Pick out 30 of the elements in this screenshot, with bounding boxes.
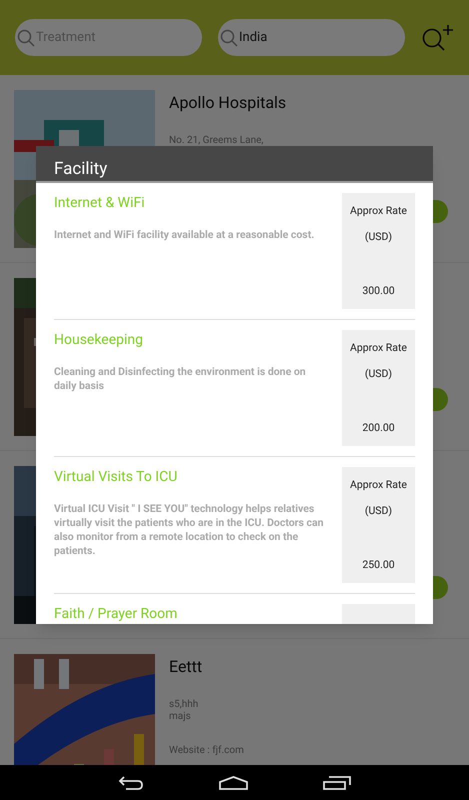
- dialog-title: Facility: [54, 158, 108, 180]
- address-line: s5,hhh: [169, 699, 200, 711]
- facility-name: Virtual Visits To ICU: [54, 468, 178, 486]
- currency-label: (USD): [364, 366, 392, 382]
- advanced-search-icon[interactable]: [421, 24, 455, 52]
- rate-price: 200.00: [362, 420, 395, 436]
- rate-label: Approx Rate: [350, 340, 407, 356]
- hospital-name: Apollo Hospitals: [169, 92, 288, 114]
- facility-description: Virtual ICU Visit " I SEE YOU" technology helps relatives virtually visit the patients who are in the ICU. Doctors can also monitor from a remote location to check on the patients.: [54, 502, 324, 558]
- facility-description: Internet and WiFi facility available at a reasonable cost.: [54, 228, 316, 242]
- search-icon: [17, 29, 35, 47]
- home-icon[interactable]: [219, 776, 248, 790]
- rate-price: 250.00: [362, 557, 395, 573]
- facility-name: Housekeeping: [54, 331, 144, 349]
- currency-label: (USD): [364, 502, 392, 518]
- recent-apps-icon[interactable]: [323, 776, 351, 790]
- rate-label: Approx Rate: [350, 203, 407, 219]
- website-text: Website : fjf.com: [169, 744, 245, 758]
- facility-description: Cleaning and Disinfecting the environment is done on daily basis: [54, 365, 307, 393]
- facility-name: Internet & WiFi: [54, 194, 146, 212]
- address-line: majs: [169, 711, 192, 723]
- hospital-name: Eettt: [169, 656, 204, 678]
- rate-price: 300.00: [362, 283, 395, 299]
- address-line: No. 21, Greems Lane,: [169, 135, 264, 147]
- back-icon[interactable]: [118, 776, 144, 790]
- search-icon: [220, 29, 238, 47]
- currency-label: (USD): [364, 228, 392, 244]
- facility-name: Faith / Prayer Room: [54, 605, 178, 623]
- location-field[interactable]: India: [218, 19, 405, 56]
- rate-label: Approx Rate: [350, 477, 407, 493]
